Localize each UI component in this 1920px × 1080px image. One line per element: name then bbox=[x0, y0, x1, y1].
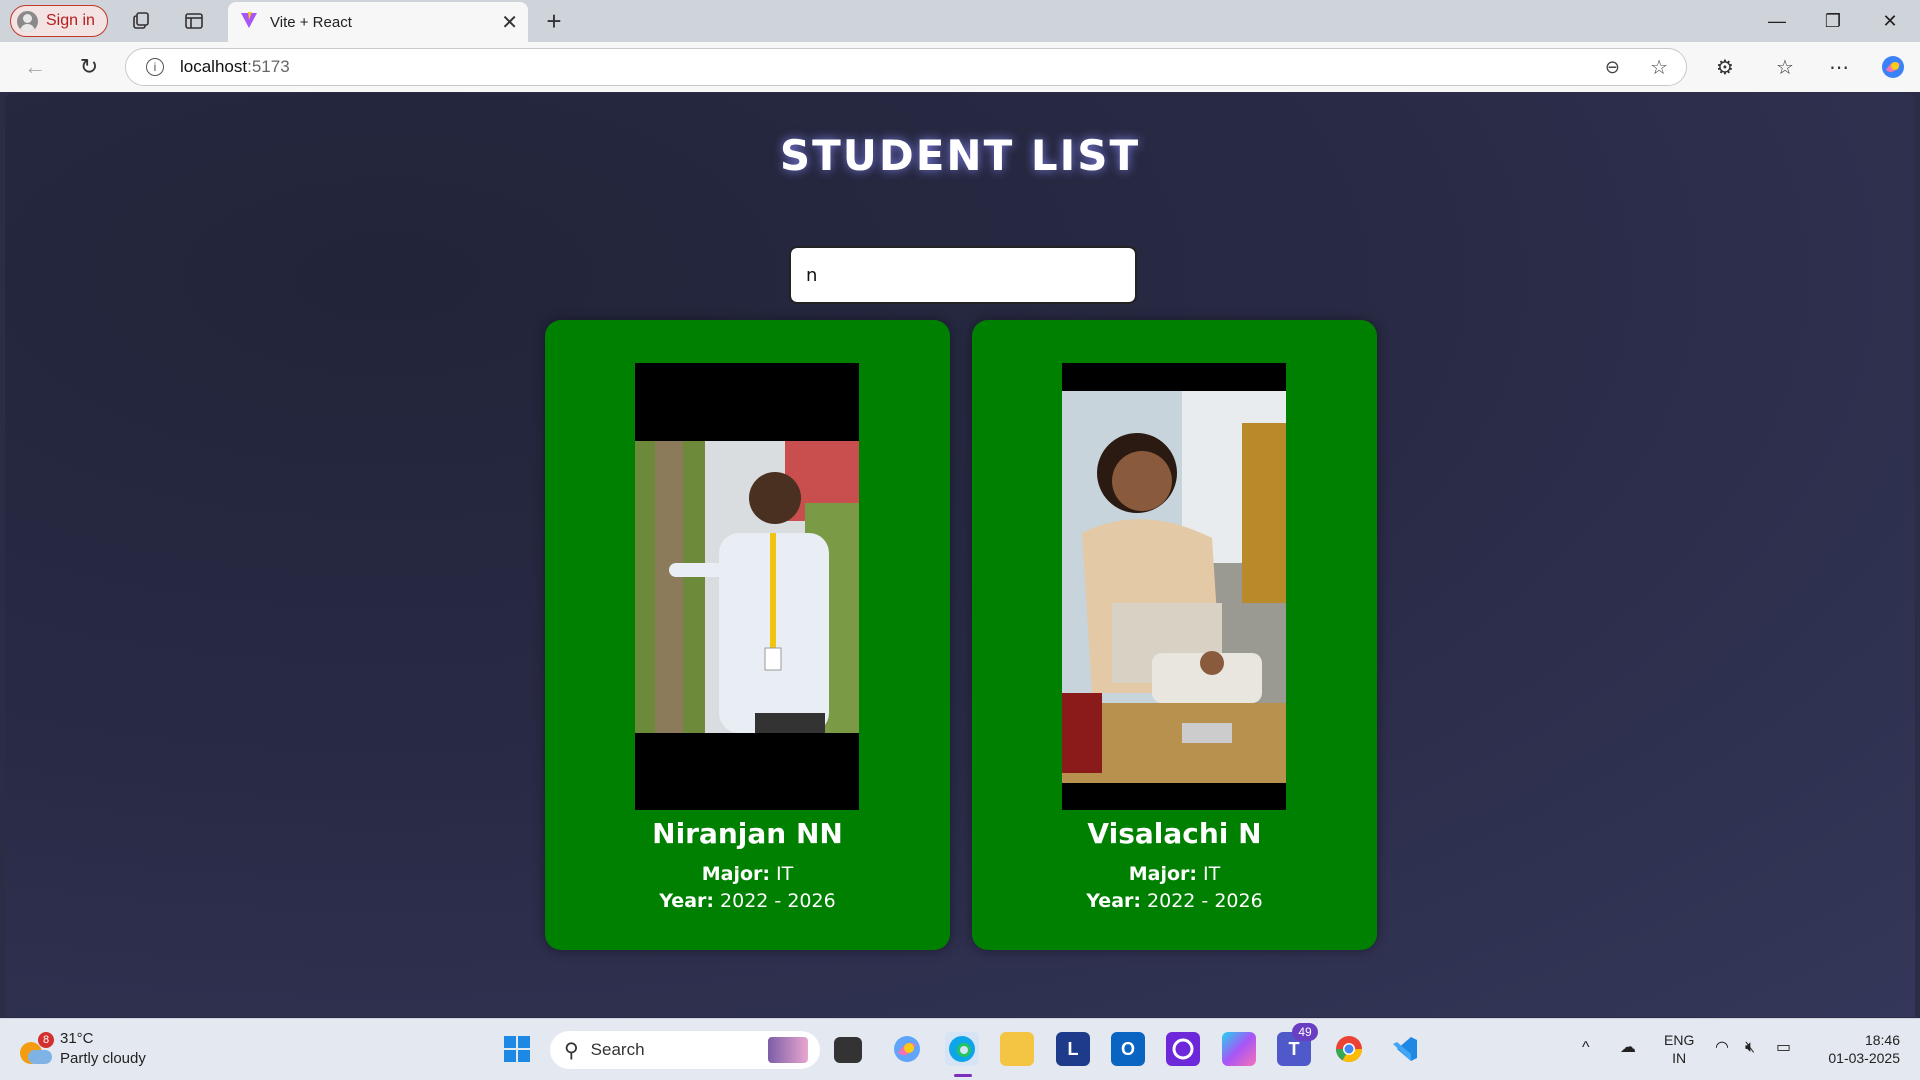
clock-time: 18:46 bbox=[1864, 1032, 1900, 1048]
clock[interactable]: 18:46 01-03-2025 bbox=[1818, 1031, 1900, 1067]
site-info-icon[interactable]: i bbox=[146, 58, 164, 76]
student-year: Year: 2022 - 2026 bbox=[972, 890, 1377, 912]
weather-description: Partly cloudy bbox=[60, 1050, 146, 1067]
weather-badge: 8 bbox=[38, 1032, 54, 1048]
address-bar-row: ← ↻ i localhost:5173 ⊖ ☆ ⚙ ☆ ⋯ bbox=[0, 42, 1920, 92]
page-title: STUDENT LIST bbox=[779, 131, 1141, 180]
student-photo bbox=[1062, 363, 1286, 810]
copilot-app-icon[interactable] bbox=[890, 1032, 924, 1066]
url-field[interactable]: i localhost:5173 ⊖ ☆ bbox=[125, 48, 1687, 86]
year-value: 2022 - 2026 bbox=[714, 890, 836, 912]
volume-muted-icon[interactable]: 🔇︎ bbox=[1745, 1039, 1755, 1057]
major-label: Major: bbox=[1128, 863, 1197, 885]
edge-browser-icon[interactable] bbox=[945, 1032, 979, 1066]
l-app-icon[interactable]: L bbox=[1056, 1032, 1090, 1066]
tab-actions-icon[interactable] bbox=[181, 8, 207, 34]
student-major: Major: IT bbox=[545, 863, 950, 885]
favorites-icon[interactable]: ☆ bbox=[1772, 54, 1798, 80]
major-label: Major: bbox=[701, 863, 770, 885]
year-label: Year: bbox=[1086, 890, 1141, 912]
windows-start-icon[interactable] bbox=[500, 1032, 534, 1066]
weather-widget[interactable]: 8 31°C Partly cloudy bbox=[20, 1029, 146, 1069]
profile-avatar-icon bbox=[17, 10, 38, 32]
active-tab[interactable]: Vite + React ✕ bbox=[228, 2, 528, 42]
new-tab-icon[interactable]: + bbox=[541, 6, 567, 36]
year-label: Year: bbox=[659, 890, 714, 912]
student-major: Major: IT bbox=[972, 863, 1377, 885]
page-viewport: STUDENT LIST Niranjan NN Major: bbox=[5, 93, 1915, 1017]
student-year: Year: 2022 - 2026 bbox=[545, 890, 950, 912]
partly-cloudy-icon: 8 bbox=[20, 1032, 54, 1064]
student-photo bbox=[635, 363, 859, 810]
taskbar-search[interactable]: ⚲ Search bbox=[550, 1031, 820, 1069]
onedrive-offline-icon[interactable]: ☁ bbox=[1620, 1039, 1636, 1057]
outlook-icon[interactable]: O bbox=[1111, 1032, 1145, 1066]
refresh-icon[interactable]: ↻ bbox=[76, 54, 102, 80]
vite-logo-icon bbox=[240, 11, 258, 33]
sign-in-label: Sign in bbox=[46, 12, 95, 29]
student-name: Niranjan NN bbox=[652, 817, 843, 850]
student-card: Niranjan NN Major: IT Year: 2022 - 2026 bbox=[545, 320, 950, 950]
more-menu-icon[interactable]: ⋯ bbox=[1826, 54, 1852, 80]
major-value: IT bbox=[770, 863, 794, 885]
chrome-icon[interactable] bbox=[1332, 1032, 1366, 1066]
weather-text: 31°C Partly cloudy bbox=[60, 1029, 146, 1069]
wifi-icon[interactable]: ◠ bbox=[1715, 1039, 1729, 1057]
url-host: localhost bbox=[180, 57, 248, 76]
url-text: localhost:5173 bbox=[180, 57, 290, 77]
zoom-out-icon[interactable]: ⊖ bbox=[1605, 57, 1620, 78]
url-port: :5173 bbox=[247, 57, 290, 76]
taskbar-search-placeholder: Search bbox=[590, 1040, 645, 1059]
student-name: Visalachi N bbox=[1087, 817, 1262, 850]
workspaces-icon[interactable] bbox=[128, 8, 154, 34]
language-line-1: ENG bbox=[1664, 1032, 1695, 1048]
file-explorer-icon[interactable] bbox=[1000, 1032, 1034, 1066]
close-tab-icon[interactable]: ✕ bbox=[501, 10, 518, 35]
tab-title: Vite + React bbox=[270, 13, 352, 31]
sign-in-button[interactable]: Sign in bbox=[10, 5, 108, 37]
browser-tab-bar: Sign in Vite + React ✕ + — ❐ ✕ bbox=[0, 0, 1920, 42]
battery-icon[interactable]: ▭ bbox=[1776, 1039, 1791, 1057]
vscode-icon[interactable] bbox=[1388, 1032, 1422, 1066]
year-value: 2022 - 2026 bbox=[1141, 890, 1263, 912]
active-app-indicator bbox=[954, 1074, 972, 1077]
restore-icon[interactable]: ❐ bbox=[1813, 8, 1853, 34]
copilot-icon[interactable] bbox=[1880, 54, 1906, 80]
taskbar: 8 31°C Partly cloudy ⚲ Search L O T 49 ^… bbox=[0, 1018, 1920, 1080]
major-value: IT bbox=[1197, 863, 1221, 885]
microsoft-365-icon[interactable] bbox=[1222, 1032, 1256, 1066]
show-hidden-icons[interactable]: ^ bbox=[1582, 1039, 1590, 1057]
back-icon[interactable]: ← bbox=[22, 54, 48, 80]
cortana-icon[interactable] bbox=[1166, 1032, 1200, 1066]
teams-badge: 49 bbox=[1292, 1023, 1318, 1041]
search-icon: ⚲ bbox=[564, 1039, 579, 1062]
language-line-2: IN bbox=[1672, 1050, 1687, 1066]
search-highlight-icon bbox=[768, 1037, 808, 1063]
task-view-icon[interactable] bbox=[834, 1037, 862, 1063]
clock-date: 01-03-2025 bbox=[1828, 1050, 1900, 1066]
close-window-icon[interactable]: ✕ bbox=[1870, 8, 1910, 34]
temperature: 31°C bbox=[60, 1030, 94, 1047]
minimize-icon[interactable]: — bbox=[1757, 8, 1797, 34]
favorite-star-icon[interactable]: ☆ bbox=[1650, 55, 1668, 80]
language-indicator[interactable]: ENG IN bbox=[1664, 1031, 1694, 1067]
student-card: Visalachi N Major: IT Year: 2022 - 2026 bbox=[972, 320, 1377, 950]
student-search-input[interactable] bbox=[789, 246, 1137, 304]
extensions-icon[interactable]: ⚙ bbox=[1712, 54, 1738, 80]
